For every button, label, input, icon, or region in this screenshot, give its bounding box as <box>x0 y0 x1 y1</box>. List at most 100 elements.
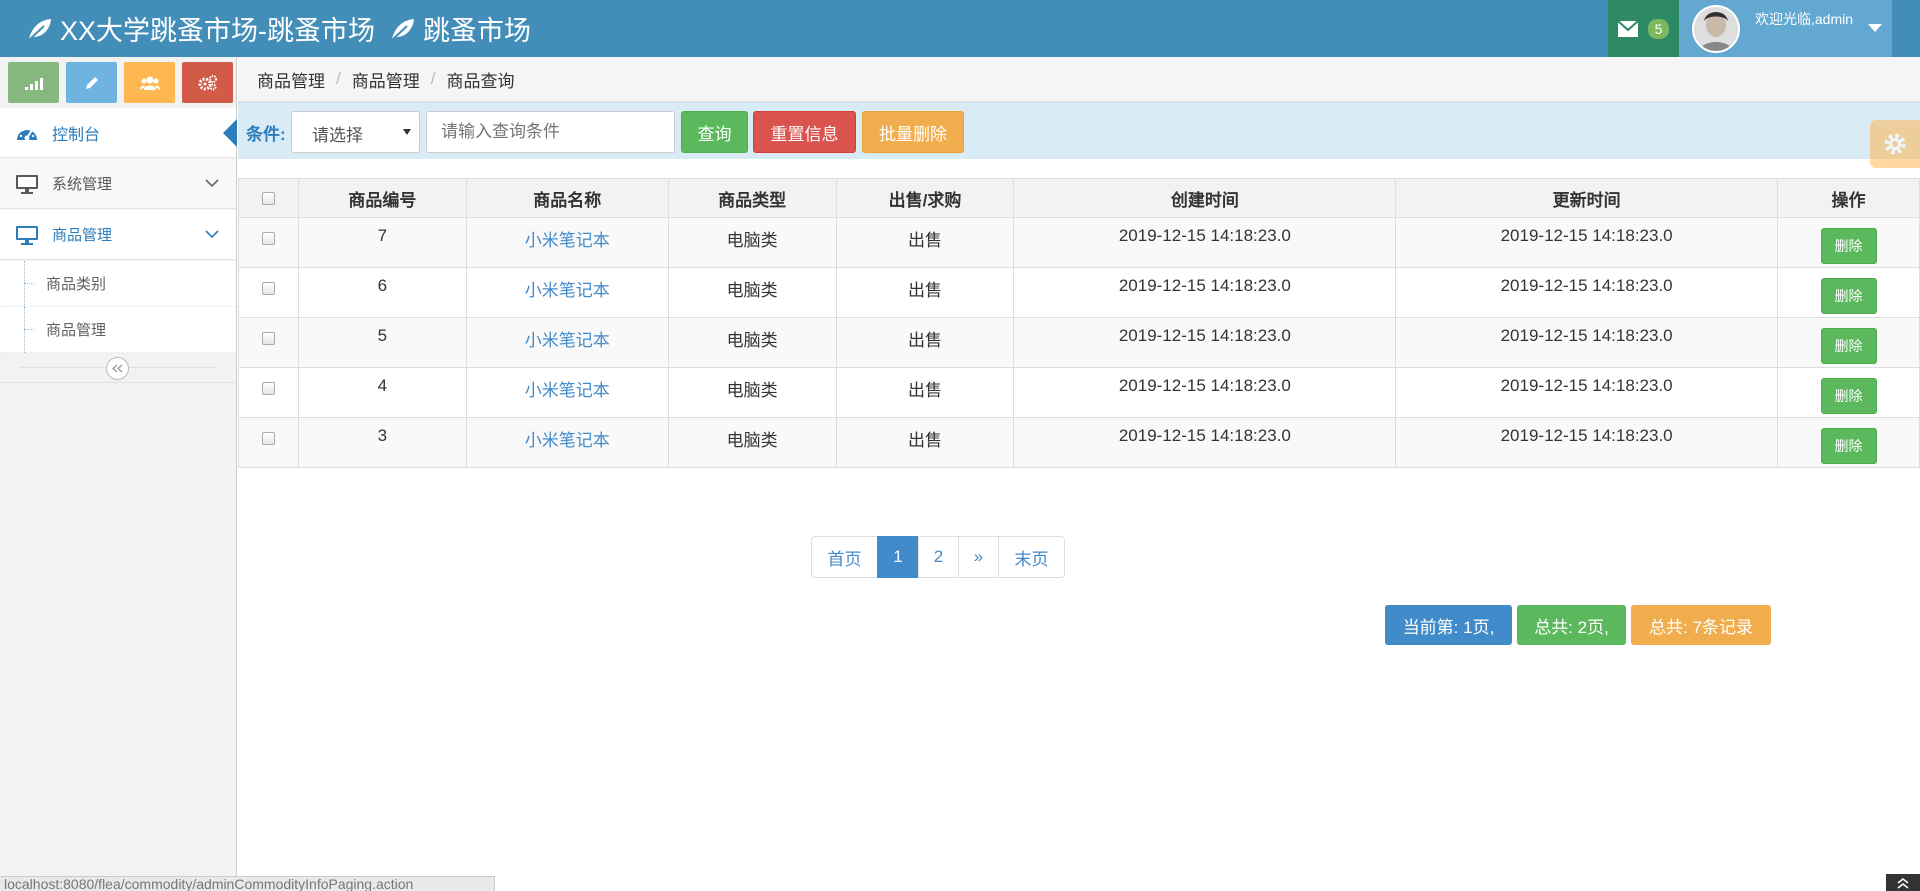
chevron-down-icon <box>205 179 219 188</box>
column-header: 商品类型 <box>667 178 837 218</box>
users-icon <box>139 76 160 90</box>
sidebar-item-label: 商品管理 <box>52 227 113 244</box>
row-checkbox[interactable] <box>261 232 275 246</box>
breadcrumb-separator: / <box>430 69 436 88</box>
condition-select-value: 请选择 <box>312 126 363 145</box>
goods-name-link[interactable]: 小米笔记本 <box>525 231 610 250</box>
column-header: 商品名称 <box>465 178 669 218</box>
cell-type: 电脑类 <box>667 217 837 268</box>
sidebar-subitem-category[interactable]: 商品类别 <box>0 261 236 307</box>
brand-title[interactable]: XX大学跳蚤市场-跳蚤市场 <box>26 0 375 57</box>
query-button[interactable]: 查询 <box>681 111 748 153</box>
cell-updated: 2019-12-15 14:18:23.0 <box>1395 417 1778 468</box>
sidebar-item-goods[interactable]: 商品管理 <box>0 210 236 260</box>
cell-updated: 2019-12-15 14:18:23.0 <box>1395 367 1778 418</box>
column-header: 操作 <box>1777 178 1920 218</box>
signal-icon <box>24 77 43 90</box>
user-menu[interactable]: 欢迎光临,admin <box>1679 0 1892 57</box>
sidebar-item-label: 控制台 <box>52 126 101 144</box>
dashboard-icon <box>14 122 40 144</box>
delete-button[interactable]: 删除 <box>1820 328 1877 364</box>
cell-type: 电脑类 <box>667 267 837 318</box>
caret-down-icon <box>403 129 411 135</box>
delete-button[interactable]: 删除 <box>1820 378 1877 414</box>
row-checkbox[interactable] <box>261 282 275 296</box>
page-last-link[interactable]: 末页 <box>998 536 1065 578</box>
shortcut-users-button[interactable] <box>124 62 175 103</box>
column-header: 更新时间 <box>1395 178 1778 218</box>
sidebar-collapse-row <box>0 353 236 383</box>
cell-mode: 出售 <box>835 267 1015 318</box>
delete-button[interactable]: 删除 <box>1820 428 1877 464</box>
cell-type: 电脑类 <box>667 317 837 368</box>
table-row: 5 小米笔记本 电脑类 出售 2019-12-15 14:18:23.0 201… <box>238 317 1920 368</box>
welcome-text: 欢迎光临,admin <box>1755 11 1854 27</box>
sidebar-subitem-label: 商品类别 <box>46 276 107 293</box>
pencil-icon <box>85 76 98 89</box>
current-page-info: 当前第: 1页, <box>1385 605 1512 645</box>
page-first-link[interactable]: 首页 <box>811 536 878 578</box>
select-all-checkbox[interactable] <box>261 192 275 206</box>
sidebar-item-system[interactable]: 系统管理 <box>0 159 236 209</box>
desktop-icon <box>14 173 40 195</box>
cell-mode: 出售 <box>835 217 1015 268</box>
column-header: 出售/求购 <box>835 178 1015 218</box>
browser-status-url: localhost:8080/flea/commodity/adminCommo… <box>0 876 495 891</box>
avatar <box>1692 5 1740 53</box>
breadcrumb-item[interactable]: 商品管理 <box>352 67 420 92</box>
breadcrumb-item-current: 商品查询 <box>446 71 515 91</box>
cell-type: 电脑类 <box>667 417 837 468</box>
condition-select[interactable]: 请选择 <box>291 111 420 153</box>
page-next-link[interactable]: » <box>958 536 999 578</box>
page-link-current[interactable]: 1 <box>877 536 919 578</box>
delete-button[interactable]: 删除 <box>1820 278 1877 314</box>
breadcrumb-separator: / <box>336 69 341 88</box>
sidebar-subitem-goods-management[interactable]: 商品管理 <box>0 307 236 353</box>
goods-name-link[interactable]: 小米笔记本 <box>525 331 610 350</box>
row-checkbox[interactable] <box>261 432 275 446</box>
shortcut-cogs-button[interactable] <box>182 62 233 103</box>
cell-id: 7 <box>297 217 467 268</box>
row-checkbox[interactable] <box>261 382 275 396</box>
sidebar-collapse-button[interactable] <box>106 357 129 380</box>
total-records-info: 总共: 7条记录 <box>1631 605 1771 645</box>
goods-name-link[interactable]: 小米笔记本 <box>525 281 610 300</box>
top-navbar: XX大学跳蚤市场-跳蚤市场 跳蚤市场 5 欢迎光临,admin <box>0 0 1920 57</box>
goods-name-link[interactable]: 小米笔记本 <box>525 381 610 400</box>
tree-dash <box>24 329 34 330</box>
delete-button[interactable]: 删除 <box>1820 228 1877 264</box>
page-link[interactable]: 2 <box>918 536 959 578</box>
table-row: 7 小米笔记本 电脑类 出售 2019-12-15 14:18:23.0 201… <box>238 217 1920 268</box>
brand-subtitle[interactable]: 跳蚤市场 <box>389 0 531 57</box>
cell-mode: 出售 <box>835 417 1015 468</box>
search-bar: 条件: 请选择 查询 重置信息 批量删除 <box>238 102 1920 159</box>
cell-created: 2019-12-15 14:18:23.0 <box>1013 267 1397 318</box>
settings-button[interactable] <box>1870 120 1920 168</box>
batch-delete-button[interactable]: 批量删除 <box>862 111 964 153</box>
row-checkbox[interactable] <box>261 332 275 346</box>
scroll-to-top-button[interactable] <box>1886 874 1920 891</box>
brand-title-text: XX大学跳蚤市场-跳蚤市场 <box>60 16 376 46</box>
shortcut-signal-button[interactable] <box>8 62 59 103</box>
sidebar-item-dashboard[interactable]: 控制台 <box>0 108 237 158</box>
user-photo-icon <box>1694 7 1738 51</box>
condition-label: 条件: <box>246 125 286 144</box>
cogs-icon <box>198 74 217 90</box>
shortcut-pencil-button[interactable] <box>66 62 117 103</box>
chevron-down-icon <box>205 230 219 239</box>
cell-id: 5 <box>297 317 467 368</box>
messages-button[interactable]: 5 <box>1608 0 1679 57</box>
breadcrumb-item[interactable]: 商品管理 <box>257 67 325 92</box>
table-header-row: 商品编号 商品名称 商品类型 出售/求购 创建时间 更新时间 操作 <box>238 178 1920 218</box>
gear-icon <box>1884 133 1906 155</box>
tree-line <box>24 307 25 353</box>
cell-id: 6 <box>297 267 467 318</box>
reset-button[interactable]: 重置信息 <box>753 111 856 153</box>
sidebar-item-label: 系统管理 <box>52 176 113 193</box>
cell-id: 3 <box>297 417 467 468</box>
cell-id: 4 <box>297 367 467 418</box>
goods-name-link[interactable]: 小米笔记本 <box>525 431 610 450</box>
sidebar-subitem-label: 商品管理 <box>46 322 107 339</box>
tree-dash <box>24 283 34 284</box>
query-input[interactable] <box>426 111 675 153</box>
